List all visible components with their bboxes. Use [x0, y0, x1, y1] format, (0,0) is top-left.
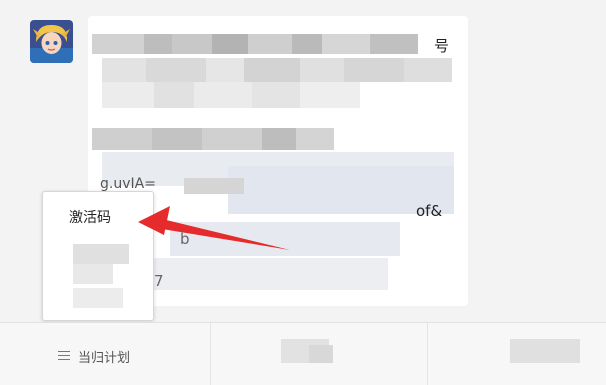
menu-item-redacted[interactable] — [428, 323, 606, 385]
menu-item-redacted[interactable] — [211, 323, 427, 385]
menu-item-plan[interactable]: 当归计划 — [0, 323, 210, 385]
bottom-menu-bar: 当归计划 — [0, 322, 606, 385]
redacted-block — [309, 345, 333, 363]
redacted-block — [510, 339, 580, 363]
hamburger-icon — [58, 351, 70, 361]
menu-item-label: 当归计划 — [78, 351, 131, 366]
